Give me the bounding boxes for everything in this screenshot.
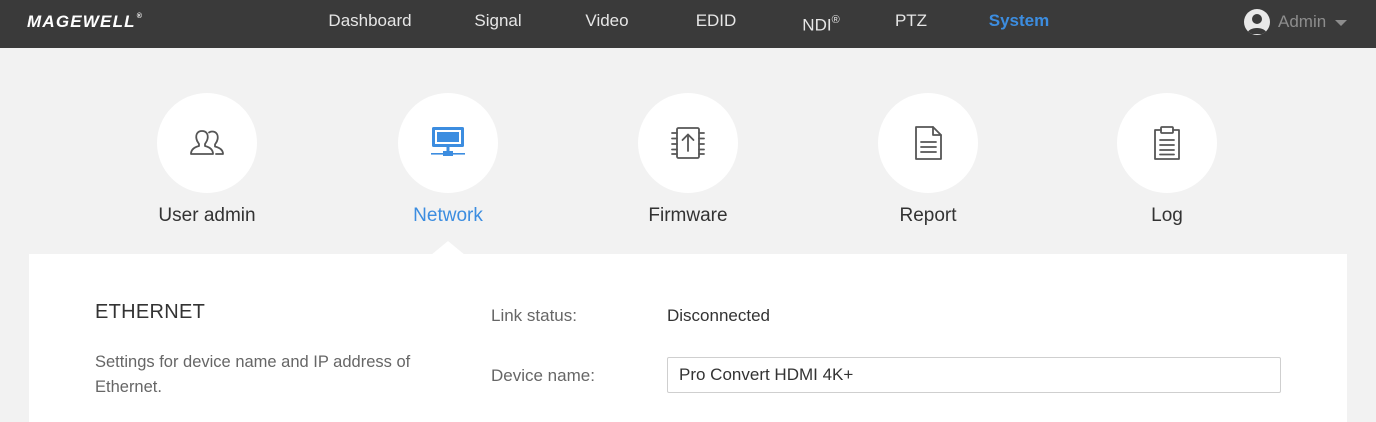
nav-system[interactable]: System — [989, 0, 1049, 48]
nav-video[interactable]: Video — [585, 0, 628, 48]
category-log[interactable]: Log — [1077, 93, 1257, 227]
nav-ndi[interactable]: NDI® — [802, 0, 839, 48]
nav-system-label: System — [988, 11, 1050, 30]
nav-ndi-label: NDI — [802, 15, 832, 35]
logo-text: MAGEWELL — [27, 12, 136, 31]
user-name: Admin — [1278, 12, 1327, 31]
nav-ptz-label: PTZ — [894, 11, 928, 30]
nav-ptz[interactable]: PTZ — [895, 0, 927, 48]
nav-edid[interactable]: EDID — [696, 0, 737, 48]
nav-dashboard-label: Dashboard — [328, 11, 412, 30]
link-status-label: Link status: — [491, 306, 577, 325]
clipboard-log-icon — [1154, 126, 1180, 160]
network-monitor-icon — [431, 127, 465, 156]
user-menu[interactable]: Admin — [1244, 9, 1348, 35]
top-navigation-bar: MAGEWELL® Dashboard Signal Video EDID ND… — [0, 0, 1376, 48]
nav-edid-label: EDID — [695, 11, 737, 30]
nav-ndi-registered-mark: ® — [831, 14, 840, 26]
firmware-chip-icon — [671, 127, 705, 159]
user-avatar-icon — [1244, 9, 1270, 35]
link-status-value: Disconnected — [667, 306, 771, 325]
users-icon — [190, 130, 224, 155]
report-icon-circle — [878, 93, 978, 193]
device-name-input[interactable] — [667, 357, 1281, 393]
category-log-label: Log — [1151, 205, 1183, 226]
section-title: ETHERNET — [95, 301, 206, 323]
nav-video-label: Video — [585, 11, 629, 30]
firmware-icon-circle — [638, 93, 738, 193]
log-icon-circle — [1117, 93, 1217, 193]
nav-dashboard[interactable]: Dashboard — [328, 0, 411, 48]
caret-down-icon — [1335, 20, 1348, 26]
nav-signal[interactable]: Signal — [474, 0, 521, 48]
nav-signal-label: Signal — [474, 11, 522, 30]
report-document-icon — [915, 126, 942, 160]
category-user-admin[interactable]: User admin — [117, 93, 297, 227]
logo-registered-mark: ® — [136, 13, 144, 21]
category-firmware[interactable]: Firmware — [598, 93, 778, 227]
category-network[interactable]: Network — [358, 93, 538, 227]
category-firmware-label: Firmware — [648, 205, 728, 226]
active-tab-pointer — [431, 241, 465, 255]
device-name-label: Device name: — [491, 366, 595, 385]
category-user-admin-label: User admin — [158, 205, 256, 226]
user-admin-icon-circle — [157, 93, 257, 193]
category-report-label: Report — [899, 205, 957, 226]
magewell-logo[interactable]: MAGEWELL® — [27, 12, 143, 32]
network-icon-circle — [398, 93, 498, 193]
category-report[interactable]: Report — [838, 93, 1018, 227]
section-description: Settings for device name and IP address … — [95, 353, 411, 396]
category-network-label: Network — [413, 205, 483, 226]
